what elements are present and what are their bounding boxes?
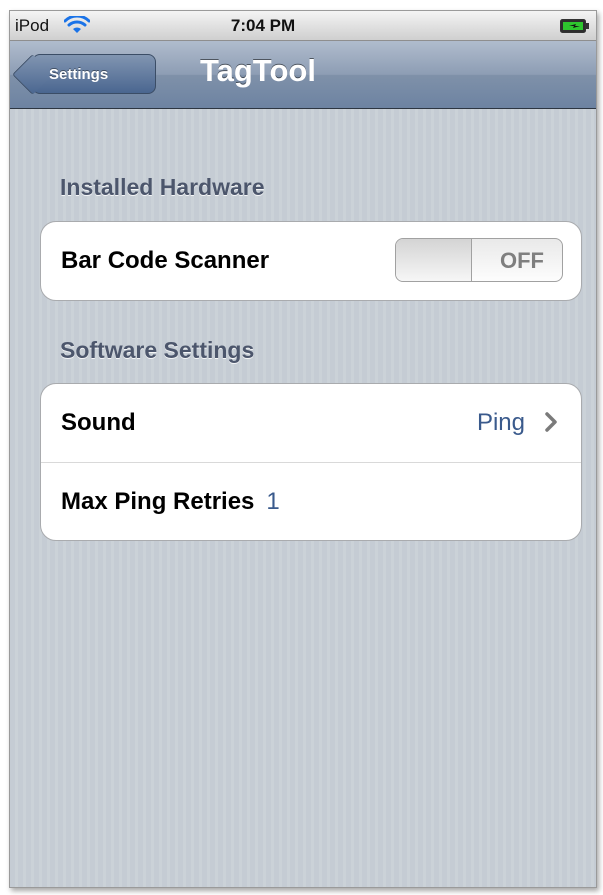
page-title: TagTool (200, 53, 316, 88)
device-screen: iPod 7:04 PM Settings TagTool Installed … (9, 10, 597, 888)
section-header-software-settings: Software Settings (60, 337, 255, 363)
chevron-right-icon (545, 412, 557, 437)
battery-icon (560, 19, 590, 38)
max-ping-retries-value[interactable]: 1 (266, 488, 279, 516)
sound-value: Ping (476, 409, 525, 436)
section-header-installed-hardware: Installed Hardware (60, 174, 265, 200)
max-ping-retries-row[interactable]: Max Ping Retries 1 (41, 462, 581, 540)
status-time: 7:04 PM (230, 16, 296, 35)
installed-hardware-group: Bar Code Scanner OFF (40, 221, 582, 301)
bar-code-scanner-row: Bar Code Scanner OFF (41, 222, 581, 300)
sound-label: Sound (61, 409, 136, 436)
bar-code-scanner-switch[interactable]: OFF (395, 238, 563, 282)
back-button[interactable]: Settings (11, 53, 156, 96)
bar-code-scanner-label: Bar Code Scanner (61, 247, 270, 274)
switch-state-label: OFF (500, 248, 544, 273)
status-bar: iPod 7:04 PM (10, 11, 596, 41)
back-button-label: Settings (49, 65, 109, 83)
back-arrow-icon (11, 53, 54, 96)
sound-row[interactable]: Sound Ping (41, 384, 581, 462)
max-ping-retries-label: Max Ping Retries (61, 487, 255, 515)
switch-knob[interactable] (396, 239, 472, 281)
navigation-bar: Settings TagTool (10, 41, 596, 109)
software-settings-group: Sound Ping Max Ping Retries 1 (40, 383, 582, 541)
